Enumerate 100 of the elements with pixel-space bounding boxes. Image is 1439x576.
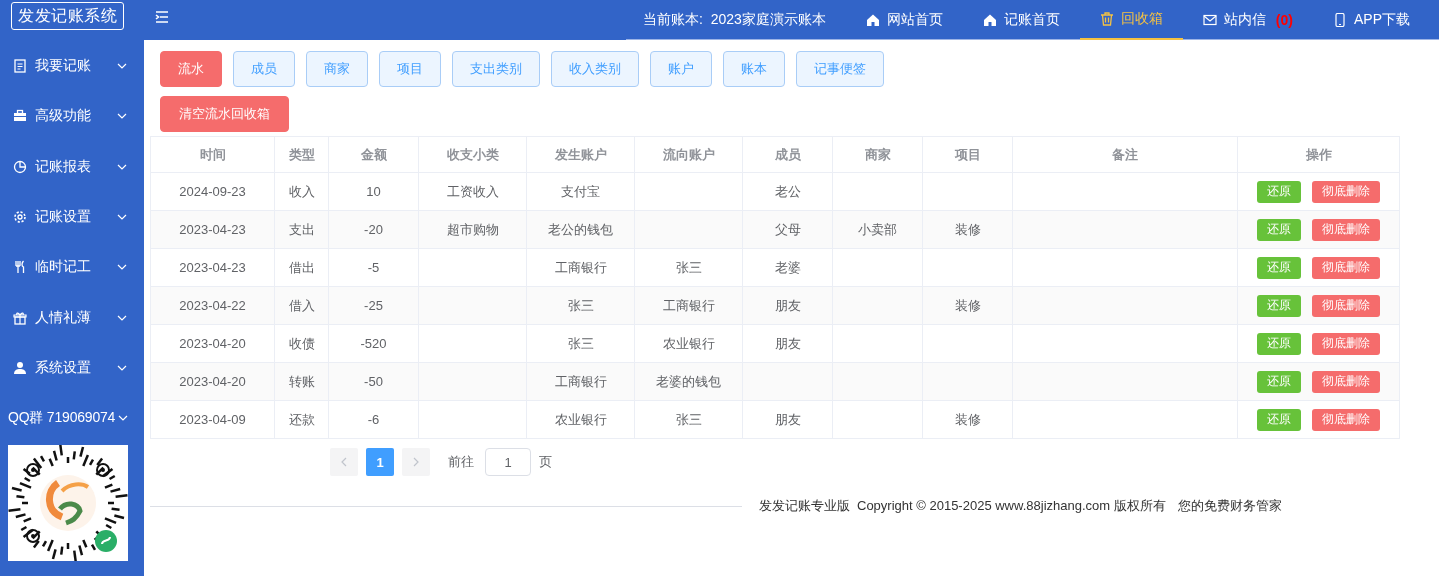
briefcase-icon <box>13 109 27 124</box>
table-cell: 支出 <box>288 221 315 237</box>
table-cell: 超市购物 <box>446 221 499 237</box>
restore-button[interactable]: 还原 <box>1257 294 1301 317</box>
table-cell: 10 <box>366 184 381 199</box>
table-cell: 张三 <box>675 411 702 427</box>
table-cell: 老公 <box>774 183 801 199</box>
tab-button[interactable]: 流水 <box>160 51 222 87</box>
delete-button[interactable]: 彻底删除 <box>1312 256 1380 279</box>
table-cell: 农业银行 <box>554 411 607 427</box>
document-icon <box>13 59 27 74</box>
app-logo: 发发记账系统 <box>11 2 124 30</box>
chevron-down-icon <box>117 163 127 170</box>
chevron-down-icon <box>117 364 127 371</box>
chevron-down-icon <box>117 63 127 70</box>
restore-button[interactable]: 还原 <box>1257 408 1301 431</box>
sidebar-menu-item[interactable]: 系统设置 <box>0 342 144 394</box>
sidebar-menu-item[interactable]: QQ群 719069074 <box>0 393 144 444</box>
page-jump-field[interactable]: 1 <box>485 448 531 476</box>
column-header: 收支小类 <box>418 136 527 173</box>
footer-text: 发发记账专业版 <box>759 497 850 515</box>
sidebar-menu-item[interactable]: 临时记工 <box>0 242 144 293</box>
table-cell: 装修 <box>954 221 981 237</box>
tab-button[interactable]: 项目 <box>379 51 441 87</box>
column-header: 流向账户 <box>634 136 743 173</box>
column-header: 金额 <box>328 136 419 173</box>
table-cell: 还款 <box>288 411 315 427</box>
footer-text: Copyright © 2015-2025 www.88jizhang.com 版权所有 <box>857 497 1166 515</box>
nav-link[interactable]: 记账首页 <box>962 0 1080 40</box>
nav-link[interactable]: 网站首页 <box>845 0 963 40</box>
delete-button[interactable]: 彻底删除 <box>1312 408 1380 431</box>
delete-button[interactable]: 彻底删除 <box>1312 332 1380 355</box>
fork-knife-icon <box>13 260 27 275</box>
next-page-button[interactable] <box>402 448 430 476</box>
table-cell: 老婆 <box>774 259 801 275</box>
chevron-down-icon <box>117 113 127 120</box>
table-cell: 农业银行 <box>662 335 715 351</box>
gear-icon <box>13 210 27 225</box>
footer-text: 您的免费财务管家 <box>1177 497 1282 515</box>
prev-page-button[interactable] <box>330 448 358 476</box>
clear-recycle-bin-button[interactable]: 清空流水回收箱 <box>160 96 289 132</box>
table-cell: -520 <box>360 336 387 351</box>
column-header: 项目 <box>922 136 1013 173</box>
tab-button[interactable]: 成员 <box>233 51 295 87</box>
current-book-label: 当前账本: 2023家庭演示账本 <box>626 0 846 40</box>
sidebar-menu-item[interactable]: 记账报表 <box>0 141 144 192</box>
home-icon <box>865 12 880 27</box>
page-number-button[interactable]: 1 <box>366 448 394 476</box>
menu-icon[interactable] <box>155 11 169 23</box>
sidebar-menu-item[interactable]: 人情礼薄 <box>0 292 144 343</box>
table-cell: -25 <box>364 298 383 313</box>
delete-button[interactable]: 彻底删除 <box>1312 294 1380 317</box>
delete-button[interactable]: 彻底删除 <box>1312 180 1380 203</box>
tab-button[interactable]: 记事便签 <box>796 51 884 87</box>
table-cell: 借出 <box>288 259 315 275</box>
table-cell: 2023-04-20 <box>179 336 246 351</box>
tab-button[interactable]: 商家 <box>306 51 368 87</box>
nav-link[interactable]: APP下载 <box>1313 0 1439 40</box>
delete-button[interactable]: 彻底删除 <box>1312 218 1380 241</box>
table-cell: 张三 <box>567 335 594 351</box>
table-cell: 转账 <box>288 373 315 389</box>
table-cell: 收债 <box>288 335 315 351</box>
table-cell: 工商银行 <box>554 373 607 389</box>
table-cell: 2023-04-23 <box>179 260 246 275</box>
table-cell: 2023-04-23 <box>179 222 246 237</box>
goto-label: 前往 <box>448 453 474 471</box>
restore-button[interactable]: 还原 <box>1257 332 1301 355</box>
restore-button[interactable]: 还原 <box>1257 218 1301 241</box>
chevron-down-icon <box>117 314 127 321</box>
restore-button[interactable]: 还原 <box>1257 180 1301 203</box>
unread-count-text: (0) <box>1275 11 1293 28</box>
table-cell: 2023-04-09 <box>179 412 246 427</box>
sidebar-menu-item[interactable]: 记账设置 <box>0 191 144 243</box>
table-cell: 装修 <box>954 297 981 313</box>
tab-button[interactable]: 收入类别 <box>551 51 639 87</box>
table-cell: 老婆的钱包 <box>656 373 721 389</box>
sidebar-menu-item[interactable]: 我要记账 <box>0 41 144 92</box>
delete-button[interactable]: 彻底删除 <box>1312 370 1380 393</box>
table-cell: 支付宝 <box>561 183 600 199</box>
sidebar-menu-item[interactable]: 高级功能 <box>0 91 144 142</box>
table-cell: 朋友 <box>774 297 801 313</box>
table-cell: -50 <box>364 374 383 389</box>
table-cell: 工商银行 <box>662 297 715 313</box>
column-header: 商家 <box>832 136 923 173</box>
tab-button[interactable]: 支出类别 <box>452 51 540 87</box>
tab-button[interactable]: 账户 <box>650 51 712 87</box>
nav-link[interactable]: 回收箱 <box>1079 0 1183 40</box>
table-cell: -6 <box>367 412 380 427</box>
chevron-down-icon <box>117 214 127 221</box>
restore-button[interactable]: 还原 <box>1257 370 1301 393</box>
person-icon <box>13 360 27 375</box>
column-header: 时间 <box>150 136 275 173</box>
nav-link[interactable]: 站内信 (0) <box>1182 0 1313 40</box>
table-cell: 朋友 <box>774 335 801 351</box>
table-cell: 张三 <box>567 297 594 313</box>
column-header: 发生账户 <box>526 136 635 173</box>
tab-button[interactable]: 账本 <box>723 51 785 87</box>
restore-button[interactable]: 还原 <box>1257 256 1301 279</box>
column-header: 备注 <box>1012 136 1238 173</box>
column-header: 成员 <box>742 136 833 173</box>
